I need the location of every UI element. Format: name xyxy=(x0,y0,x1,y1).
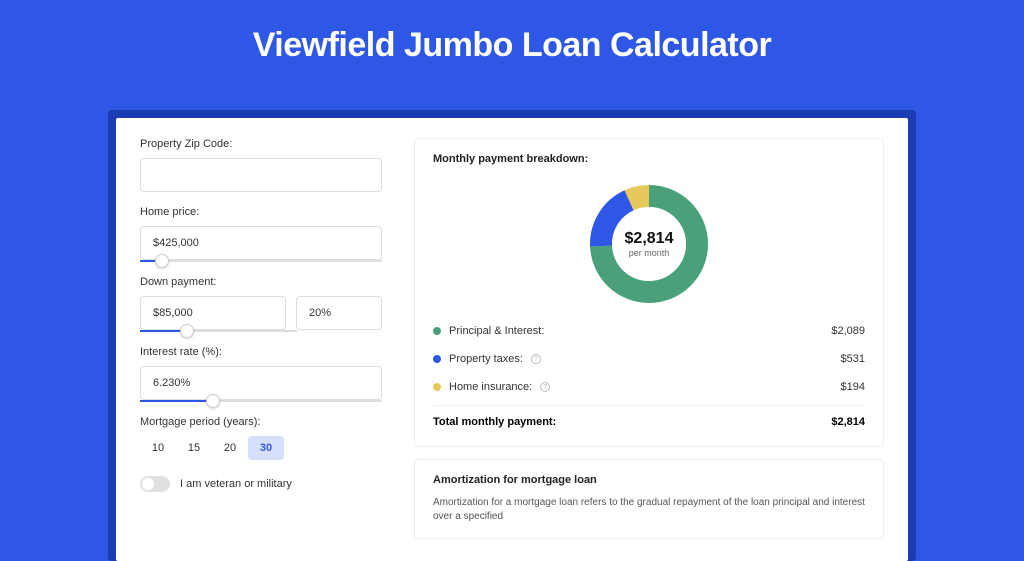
legend-value: $531 xyxy=(841,353,865,365)
period-label: Mortgage period (years): xyxy=(140,416,382,428)
total-value: $2,814 xyxy=(831,416,865,428)
legend-dot-insurance xyxy=(433,383,441,391)
zip-input[interactable] xyxy=(140,158,382,192)
info-icon[interactable]: ? xyxy=(540,382,550,392)
down-payment-slider[interactable] xyxy=(140,330,297,332)
info-icon[interactable]: ? xyxy=(531,354,541,364)
card-wrapper: Property Zip Code: Home price: Down paym… xyxy=(108,110,916,561)
zip-label: Property Zip Code: xyxy=(140,138,382,150)
slider-thumb[interactable] xyxy=(206,394,220,408)
home-price-label: Home price: xyxy=(140,206,382,218)
page-title: Viewfield Jumbo Loan Calculator xyxy=(0,0,1024,85)
legend-dot-principal xyxy=(433,327,441,335)
legend-dot-taxes xyxy=(433,355,441,363)
down-payment-input[interactable] xyxy=(140,296,286,330)
period-btn-30[interactable]: 30 xyxy=(248,436,284,460)
amortization-heading: Amortization for mortgage loan xyxy=(433,474,865,486)
legend-row-principal: Principal & Interest: $2,089 xyxy=(433,317,865,345)
interest-slider[interactable] xyxy=(140,400,382,402)
amortization-panel: Amortization for mortgage loan Amortizat… xyxy=(414,459,884,539)
legend-label: Principal & Interest: xyxy=(449,325,544,337)
donut-center-sub: per month xyxy=(625,248,674,258)
interest-input[interactable] xyxy=(140,366,382,400)
breakdown-panel: Monthly payment breakdown: $2, xyxy=(414,138,884,447)
home-price-field-group: Home price: xyxy=(140,206,382,262)
down-payment-pct-input[interactable] xyxy=(296,296,382,330)
donut-chart: $2,814 per month xyxy=(588,183,710,305)
legend-value: $194 xyxy=(841,381,865,393)
donut-center-value: $2,814 xyxy=(625,230,674,248)
veteran-toggle-row: I am veteran or military xyxy=(140,476,382,492)
legend-value: $2,089 xyxy=(831,325,865,337)
down-payment-field-group: Down payment: xyxy=(140,276,382,332)
main-card: Property Zip Code: Home price: Down paym… xyxy=(116,118,908,561)
breakdown-column: Monthly payment breakdown: $2, xyxy=(406,118,908,561)
amortization-text: Amortization for a mortgage loan refers … xyxy=(433,496,865,524)
home-price-input[interactable] xyxy=(140,226,382,260)
veteran-toggle[interactable] xyxy=(140,476,170,492)
interest-label: Interest rate (%): xyxy=(140,346,382,358)
interest-field-group: Interest rate (%): xyxy=(140,346,382,402)
donut-chart-wrap: $2,814 per month xyxy=(433,175,865,317)
period-btn-20[interactable]: 20 xyxy=(212,436,248,460)
legend-label: Home insurance: xyxy=(449,381,532,393)
slider-thumb[interactable] xyxy=(180,324,194,338)
legend-row-insurance: Home insurance: ? $194 xyxy=(433,373,865,401)
zip-field-group: Property Zip Code: xyxy=(140,138,382,192)
legend-label: Property taxes: xyxy=(449,353,523,365)
total-row: Total monthly payment: $2,814 xyxy=(433,405,865,432)
inputs-column: Property Zip Code: Home price: Down paym… xyxy=(116,118,406,561)
veteran-label: I am veteran or military xyxy=(180,478,292,490)
home-price-slider[interactable] xyxy=(140,260,382,262)
period-button-group: 10 15 20 30 xyxy=(140,436,382,460)
donut-center: $2,814 per month xyxy=(625,230,674,258)
total-label: Total monthly payment: xyxy=(433,416,556,428)
period-btn-10[interactable]: 10 xyxy=(140,436,176,460)
period-field-group: Mortgage period (years): 10 15 20 30 xyxy=(140,416,382,460)
breakdown-heading: Monthly payment breakdown: xyxy=(433,153,865,165)
down-payment-label: Down payment: xyxy=(140,276,382,288)
legend-row-taxes: Property taxes: ? $531 xyxy=(433,345,865,373)
slider-thumb[interactable] xyxy=(155,254,169,268)
period-btn-15[interactable]: 15 xyxy=(176,436,212,460)
